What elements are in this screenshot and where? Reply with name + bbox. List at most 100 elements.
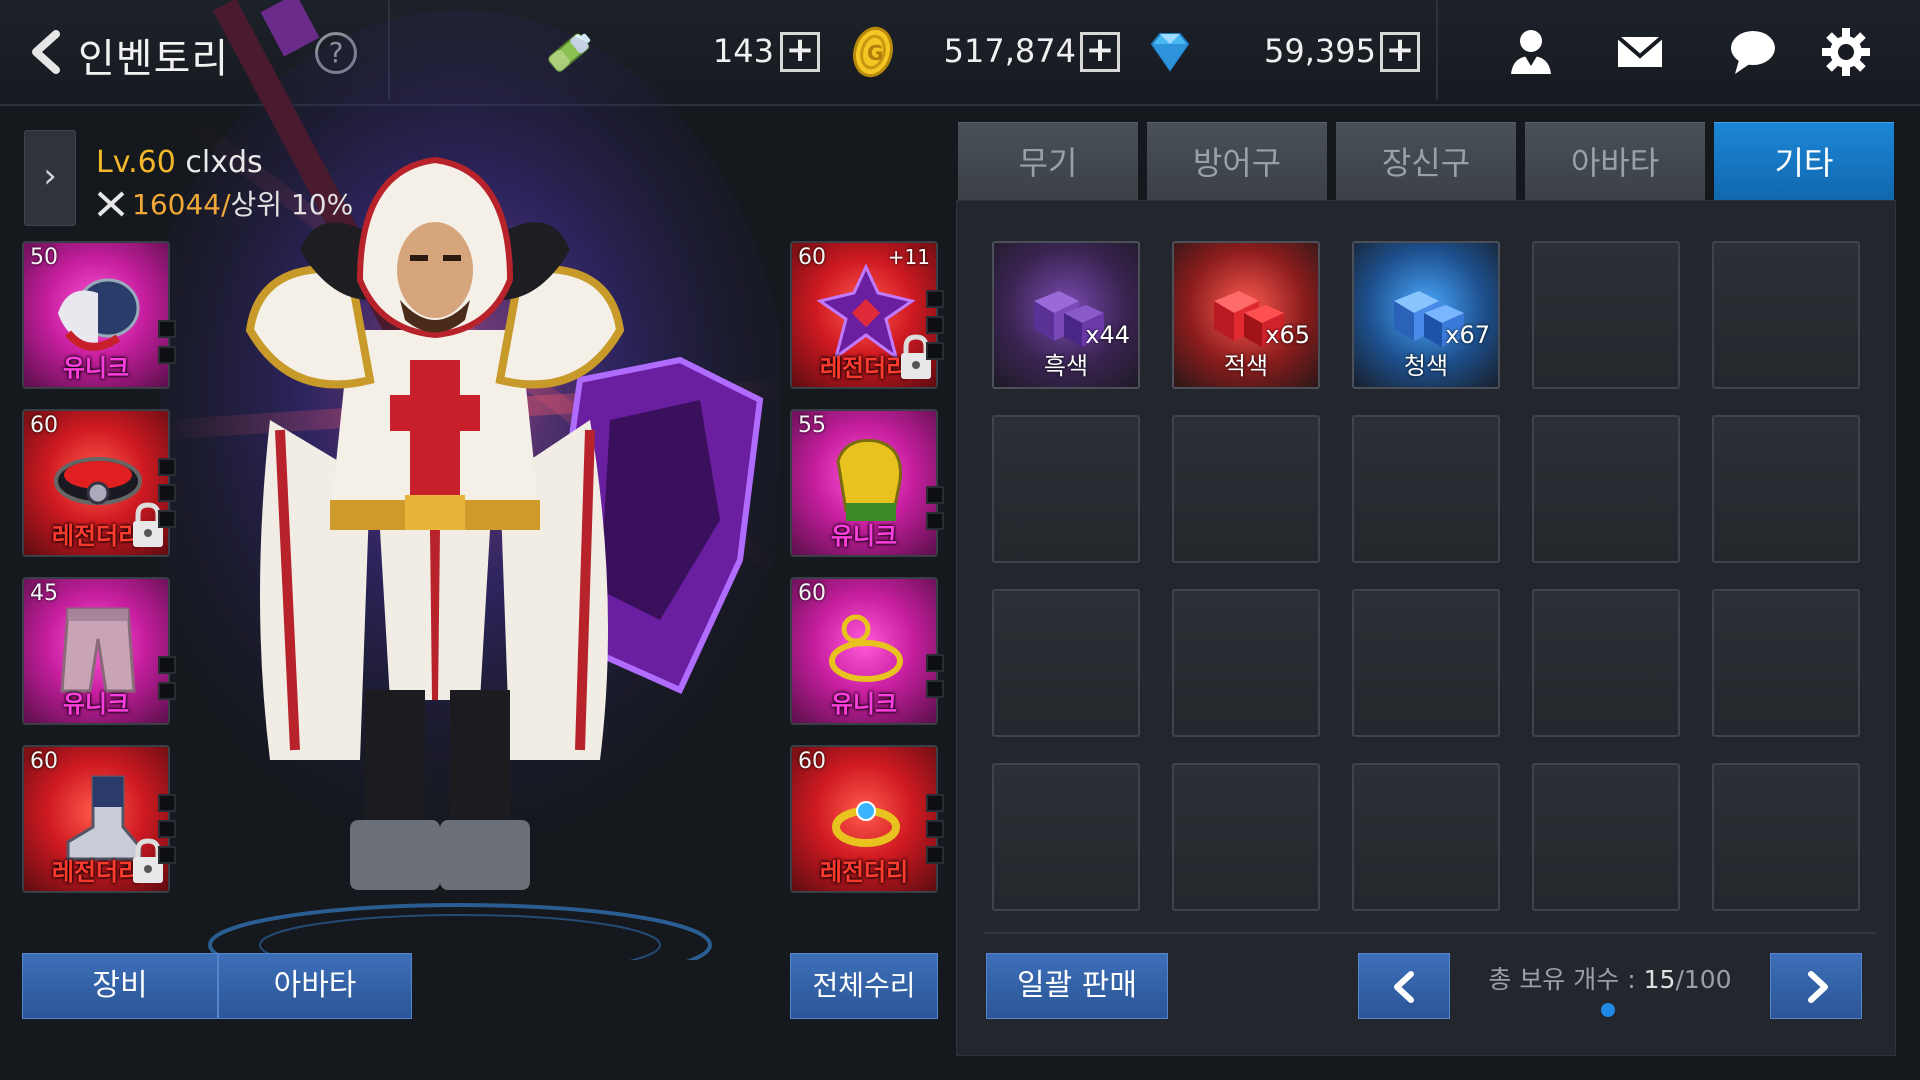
inventory-slot-empty[interactable]: [1532, 763, 1680, 911]
character-level-name: Lv.60 clxds: [96, 145, 263, 180]
socket-slot: [158, 656, 176, 674]
item-count: x67: [1445, 321, 1490, 349]
slot-level: 60: [30, 749, 58, 774]
inventory-slot-empty[interactable]: [992, 589, 1140, 737]
slot-grade: 유니크: [62, 354, 130, 382]
chevron-left-icon: [1394, 971, 1414, 1003]
inventory-slot-empty[interactable]: [1172, 415, 1320, 563]
equip-slot-gloves[interactable]: 55 유니크: [790, 409, 938, 557]
back-arrow-icon[interactable]: [26, 30, 66, 74]
inventory-slot-empty[interactable]: [1172, 763, 1320, 911]
item-count: x65: [1265, 321, 1310, 349]
slot-grade: 레전더리: [819, 858, 909, 886]
tab-avatar[interactable]: 아바타: [218, 953, 412, 1019]
bulk-sell-button[interactable]: 일괄 판매: [986, 953, 1168, 1019]
equip-slot-belt[interactable]: 60 레전더리: [22, 409, 170, 557]
chevron-right-icon: [1808, 971, 1828, 1003]
capacity-max: /100: [1675, 965, 1732, 994]
add-stamina-button[interactable]: +: [780, 32, 820, 72]
tab-misc[interactable]: 기타: [1714, 122, 1894, 202]
settings-gear-icon[interactable]: [1820, 26, 1872, 78]
socket-slot: [158, 458, 176, 476]
socket-slot: [158, 510, 176, 528]
socket-slot: [926, 512, 944, 530]
add-gold-button[interactable]: +: [1080, 32, 1120, 72]
socket-slot: [926, 820, 944, 838]
slot-grade: 유니크: [830, 690, 898, 718]
socket-slot: [926, 794, 944, 812]
chat-bubble-icon[interactable]: [1727, 26, 1779, 78]
inventory-item-red-cube[interactable]: x65 적색: [1172, 241, 1320, 389]
inventory-slot-empty[interactable]: [1352, 415, 1500, 563]
inventory-slot-empty[interactable]: [1532, 241, 1680, 389]
socket-slot: [926, 680, 944, 698]
item-name: 청색: [1403, 352, 1449, 380]
page-indicator-dot: [1601, 1003, 1615, 1017]
slot-grade: 유니크: [62, 690, 130, 718]
prev-page-button[interactable]: [1358, 953, 1450, 1019]
inventory-slot-empty[interactable]: [1532, 415, 1680, 563]
equip-slot-pants[interactable]: 45 유니크: [22, 577, 170, 725]
inventory-item-black-cube[interactable]: x44 흑색: [992, 241, 1140, 389]
gold-value: 517,874: [943, 32, 1076, 70]
equip-slot-shoulder[interactable]: 50 유니크: [22, 241, 170, 389]
socket-slot: [926, 846, 944, 864]
socket-slot: [158, 820, 176, 838]
inventory-slot-empty[interactable]: [1712, 589, 1860, 737]
slot-level: 60: [30, 413, 58, 438]
capacity-label: 총 보유 개수 :: [1488, 965, 1644, 994]
next-page-button[interactable]: [1770, 953, 1862, 1019]
slot-grade: 유니크: [830, 522, 898, 550]
socket-slot: [926, 290, 944, 308]
inventory-slot-empty[interactable]: [1712, 241, 1860, 389]
enhance-level: +11: [887, 245, 930, 269]
add-gem-button[interactable]: +: [1380, 32, 1420, 72]
equip-slot-ring[interactable]: 60 레전더리: [790, 745, 938, 893]
tab-avatar-items[interactable]: 아바타: [1525, 122, 1705, 202]
friends-icon[interactable]: [1505, 26, 1557, 78]
socket-slot: [158, 846, 176, 864]
item-count: x44: [1085, 321, 1130, 349]
level-text: Lv.60: [96, 145, 176, 180]
capacity-current: 15: [1643, 965, 1676, 994]
svg-text:G: G: [867, 41, 883, 65]
equip-slot-necklace[interactable]: 60 유니크: [790, 577, 938, 725]
socket-slot: [158, 320, 176, 338]
inventory-slot-empty[interactable]: [992, 415, 1140, 563]
socket-slot: [158, 484, 176, 502]
slot-level: 60: [798, 245, 826, 270]
socket-slot: [926, 486, 944, 504]
tab-equipment[interactable]: 장비: [22, 953, 218, 1019]
slot-level: 45: [30, 581, 58, 606]
item-name: 흑색: [1043, 352, 1089, 380]
equip-slot-weapon[interactable]: 60 +11 레전더리: [790, 241, 938, 389]
inventory-slot-empty[interactable]: [1352, 589, 1500, 737]
inventory-slot-empty[interactable]: [1352, 763, 1500, 911]
expand-info-button[interactable]: ›: [24, 130, 76, 226]
inventory-slot-empty[interactable]: [992, 763, 1140, 911]
inventory-slot-empty[interactable]: [1532, 589, 1680, 737]
inventory-item-blue-cube[interactable]: x67 청색: [1352, 241, 1500, 389]
divider: [1436, 0, 1438, 100]
slot-level: 60: [798, 749, 826, 774]
mail-icon[interactable]: [1614, 26, 1666, 78]
power-rank: 상위 10%: [230, 188, 354, 221]
slot-level: 60: [798, 581, 826, 606]
gem-value: 59,395: [1264, 32, 1376, 70]
equip-slot-boots[interactable]: 60 레전더리: [22, 745, 170, 893]
item-capacity: 총 보유 개수 : 15/100: [1480, 960, 1740, 996]
combat-power: 16044/상위 10%: [96, 183, 353, 223]
repair-all-button[interactable]: 전체수리: [790, 953, 938, 1019]
slot-level: 50: [30, 245, 58, 270]
character-name: clxds: [185, 145, 263, 180]
item-name: 적색: [1223, 352, 1269, 380]
tab-accessory[interactable]: 장신구: [1336, 122, 1516, 202]
tab-armor[interactable]: 방어구: [1147, 122, 1327, 202]
inventory-slot-empty[interactable]: [1172, 589, 1320, 737]
inventory-slot-empty[interactable]: [1712, 763, 1860, 911]
inventory-slot-empty[interactable]: [1712, 415, 1860, 563]
slot-level: 55: [798, 413, 826, 438]
socket-slot: [158, 682, 176, 700]
tab-weapon[interactable]: 무기: [958, 122, 1138, 202]
gold-coin-icon: G: [853, 26, 893, 78]
